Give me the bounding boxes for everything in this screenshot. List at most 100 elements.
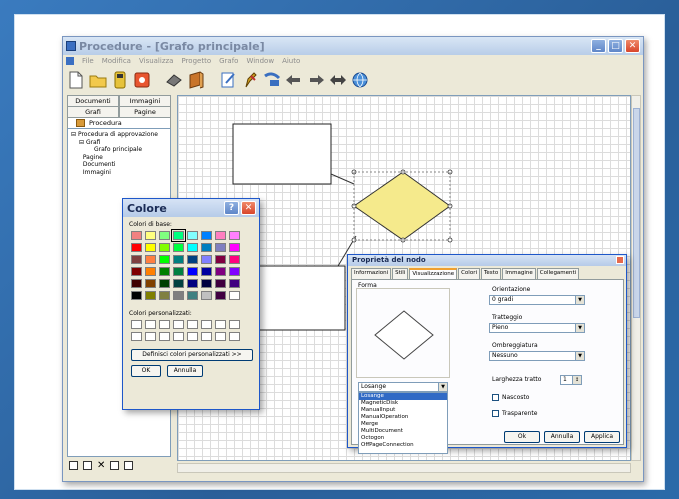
- color-swatch[interactable]: [201, 291, 212, 300]
- tree-item[interactable]: Immagini: [71, 169, 167, 177]
- new-file-icon[interactable]: [67, 71, 85, 89]
- color-swatch[interactable]: [215, 267, 226, 276]
- color-swatch[interactable]: [215, 291, 226, 300]
- list-item[interactable]: Losange: [359, 393, 447, 400]
- custom-color-swatch[interactable]: [215, 320, 226, 329]
- help-button[interactable]: ?: [224, 201, 239, 215]
- list-item[interactable]: MultiDocument: [359, 428, 447, 435]
- color-swatch[interactable]: [131, 231, 142, 240]
- custom-color-swatch[interactable]: [159, 332, 170, 341]
- custom-color-swatch[interactable]: [201, 332, 212, 341]
- custom-color-swatch[interactable]: [229, 320, 240, 329]
- close-button[interactable]: ✕: [625, 39, 640, 53]
- list-item[interactable]: ManualOperation: [359, 414, 447, 421]
- tab-immagine[interactable]: Immagine: [502, 268, 536, 279]
- color-swatch[interactable]: [131, 255, 142, 264]
- color-swatch[interactable]: [173, 267, 184, 276]
- color-swatch[interactable]: [145, 255, 156, 264]
- color-dialog-close-button[interactable]: ✕: [241, 201, 256, 215]
- tree-item[interactable]: Grafo principale: [71, 146, 167, 154]
- tab-documenti[interactable]: Documenti: [67, 95, 119, 106]
- color-swatch[interactable]: [229, 291, 240, 300]
- vertical-scrollbar[interactable]: [631, 95, 641, 461]
- orientation-select[interactable]: 0 gradi ▼: [489, 295, 585, 305]
- color-swatch[interactable]: [159, 231, 170, 240]
- color-swatch[interactable]: [131, 243, 142, 252]
- menu-modifica[interactable]: Modifica: [102, 57, 131, 65]
- tree-item[interactable]: Pagine: [71, 154, 167, 162]
- list-item[interactable]: ManualInput: [359, 407, 447, 414]
- custom-color-swatch[interactable]: [215, 332, 226, 341]
- properties-ok-button[interactable]: Ok: [504, 431, 540, 443]
- book-icon[interactable]: [187, 71, 205, 89]
- color-swatch[interactable]: [201, 231, 212, 240]
- maximize-button[interactable]: □: [608, 39, 623, 53]
- color-swatch[interactable]: [145, 267, 156, 276]
- custom-color-swatch[interactable]: [145, 332, 156, 341]
- ok-button[interactable]: OK: [131, 365, 161, 377]
- custom-color-swatch[interactable]: [187, 332, 198, 341]
- list-item[interactable]: Merge: [359, 421, 447, 428]
- line-width-stepper[interactable]: 1 ↕: [560, 375, 582, 385]
- list-item[interactable]: MagneticDisk: [359, 400, 447, 407]
- horizontal-scrollbar[interactable]: [177, 463, 631, 473]
- menu-visualizza[interactable]: Visualizza: [139, 57, 173, 65]
- record-icon[interactable]: [133, 71, 151, 89]
- scroll-thumb[interactable]: [633, 108, 640, 318]
- color-swatch[interactable]: [131, 267, 142, 276]
- color-swatch[interactable]: [187, 291, 198, 300]
- color-swatch[interactable]: [201, 255, 212, 264]
- color-swatch[interactable]: [159, 255, 170, 264]
- tree-item[interactable]: ⊟ Grafi: [71, 139, 167, 147]
- color-swatch[interactable]: [229, 279, 240, 288]
- shadow-select[interactable]: Nessuno ▼: [489, 351, 585, 361]
- edit-page-icon[interactable]: [219, 71, 237, 89]
- color-swatch[interactable]: [229, 243, 240, 252]
- color-swatch[interactable]: [215, 255, 226, 264]
- menu-grafo[interactable]: Grafo: [219, 57, 238, 65]
- apply-button[interactable]: Applica: [584, 431, 620, 443]
- list-item[interactable]: OffPageConnection: [359, 442, 447, 449]
- shape-select[interactable]: Losange ▼: [358, 382, 448, 392]
- color-swatch[interactable]: [229, 267, 240, 276]
- color-swatch[interactable]: [173, 291, 184, 300]
- link-icon[interactable]: [263, 71, 281, 89]
- menu-window[interactable]: Window: [246, 57, 274, 65]
- color-swatch[interactable]: [215, 243, 226, 252]
- color-swatch[interactable]: [201, 267, 212, 276]
- color-swatch[interactable]: [201, 243, 212, 252]
- color-swatch[interactable]: [187, 279, 198, 288]
- color-swatch[interactable]: [145, 231, 156, 240]
- color-swatch[interactable]: [159, 243, 170, 252]
- delete-item-icon[interactable]: ✕: [97, 460, 105, 471]
- color-swatch[interactable]: [173, 255, 184, 264]
- properties-cancel-button[interactable]: Annulla: [544, 431, 580, 443]
- color-swatch[interactable]: [145, 243, 156, 252]
- custom-color-swatch[interactable]: [145, 320, 156, 329]
- define-custom-colors-button[interactable]: Definisci colori personalizzati >>: [131, 349, 253, 361]
- dash-select[interactable]: Pieno ▼: [489, 323, 585, 333]
- tab-grafi[interactable]: Grafi: [67, 106, 119, 117]
- color-swatch[interactable]: [187, 267, 198, 276]
- open-folder-icon[interactable]: [89, 71, 107, 89]
- color-swatch[interactable]: [229, 255, 240, 264]
- list-item[interactable]: Octogon: [359, 435, 447, 442]
- copy-item-icon[interactable]: [83, 460, 92, 470]
- menu-file[interactable]: File: [82, 57, 94, 65]
- properties-icon[interactable]: [110, 460, 120, 470]
- custom-color-swatch[interactable]: [229, 332, 240, 341]
- custom-color-swatch[interactable]: [201, 320, 212, 329]
- color-swatch[interactable]: [159, 291, 170, 300]
- globe-icon[interactable]: [351, 71, 369, 89]
- color-swatch[interactable]: [187, 243, 198, 252]
- save-icon[interactable]: [111, 71, 129, 89]
- custom-color-swatch[interactable]: [173, 332, 184, 341]
- menu-progetto[interactable]: Progetto: [181, 57, 211, 65]
- tab-procedura[interactable]: Procedura: [67, 117, 171, 128]
- color-swatch[interactable]: [131, 291, 142, 300]
- layout-icon[interactable]: [124, 460, 134, 470]
- hidden-checkbox[interactable]: Nascosto: [492, 394, 529, 401]
- tab-visualizzazione[interactable]: Visualizzazione: [409, 268, 458, 279]
- arrow-double-icon[interactable]: [329, 71, 347, 89]
- tree-item[interactable]: Documenti: [71, 161, 167, 169]
